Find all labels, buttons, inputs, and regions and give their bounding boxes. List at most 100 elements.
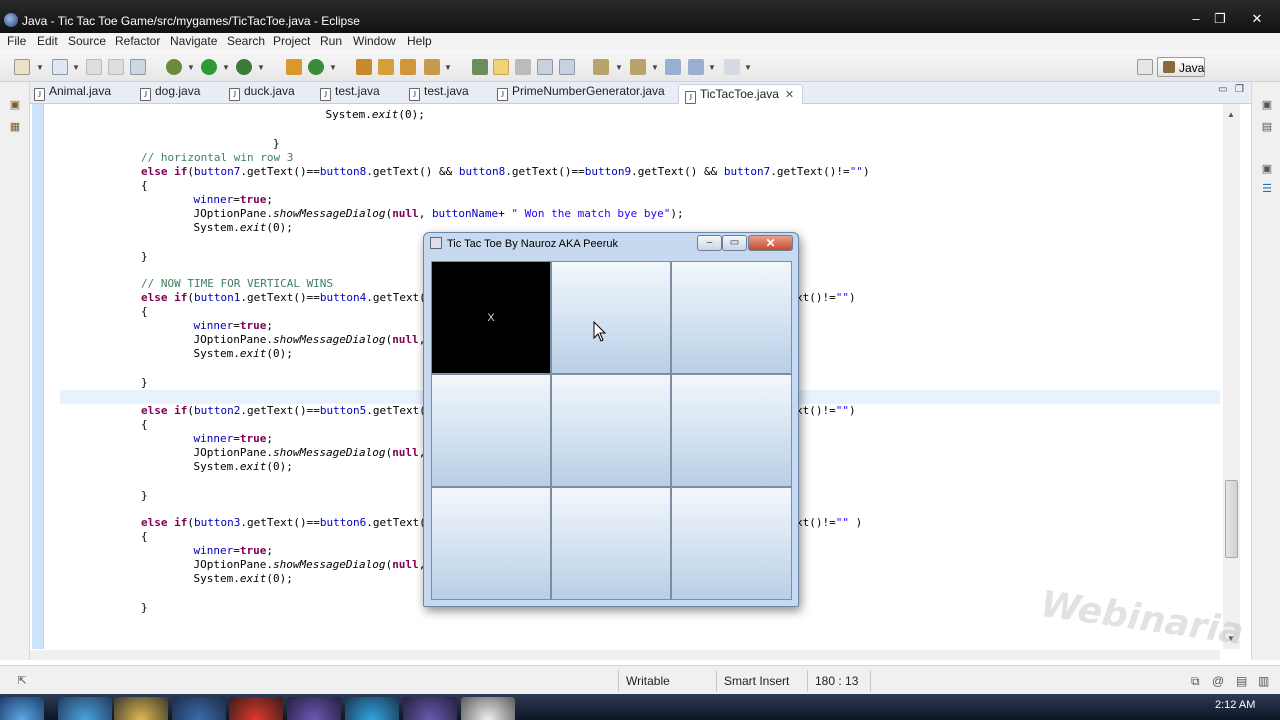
- menu-help[interactable]: Help: [407, 34, 432, 48]
- code-line[interactable]: else if(button7.getText()==button8.getTe…: [141, 165, 870, 178]
- code-line-tail[interactable]: xt()!=""): [796, 291, 856, 304]
- menu-window[interactable]: Window: [353, 34, 396, 48]
- eclipse-task-icon[interactable]: [403, 697, 457, 720]
- maximize-editor-icon[interactable]: ❐: [1235, 84, 1244, 95]
- app-icon[interactable]: [287, 697, 341, 720]
- java-task-icon[interactable]: [461, 697, 515, 720]
- recorder-icon[interactable]: [229, 697, 283, 720]
- open-type-icon[interactable]: [356, 59, 372, 75]
- minimize-button[interactable]: –: [1183, 10, 1209, 28]
- scrollbar-thumb[interactable]: [1225, 480, 1238, 558]
- maximize-button[interactable]: ❐: [1207, 10, 1233, 28]
- code-line[interactable]: System.exit(0);: [167, 221, 292, 234]
- scroll-up-icon[interactable]: ▲: [1227, 110, 1235, 119]
- restore-right2-icon[interactable]: ▣: [1261, 162, 1273, 175]
- prev-annotation-icon[interactable]: [630, 59, 646, 75]
- code-line[interactable]: winner=true;: [167, 319, 274, 332]
- new-class-dropdown-icon[interactable]: ▼: [329, 63, 337, 72]
- restore-icon[interactable]: ⧉: [1191, 674, 1200, 689]
- menu-source[interactable]: Source: [68, 34, 106, 48]
- back-dropdown-icon[interactable]: ▼: [708, 63, 716, 72]
- console-icon[interactable]: ▤: [1236, 674, 1247, 688]
- next-annotation-dropdown-icon[interactable]: ▼: [615, 63, 623, 72]
- menu-file[interactable]: File: [7, 34, 26, 48]
- paragraph-icon[interactable]: [559, 59, 575, 75]
- package-dropdown-icon[interactable]: ▼: [72, 63, 80, 72]
- board-cell-1[interactable]: X: [431, 261, 551, 374]
- code-line[interactable]: JOptionPane.showMessageDialog(null, butt…: [167, 207, 683, 220]
- java-perspective-button[interactable]: Java: [1157, 57, 1205, 77]
- code-line[interactable]: }: [141, 250, 148, 263]
- code-line[interactable]: {: [141, 305, 148, 318]
- code-line[interactable]: System.exit(0);: [167, 572, 292, 585]
- tab-duck-java[interactable]: Jduck.java: [229, 84, 295, 104]
- code-line[interactable]: else if(button1.getText()==button4.getTe…: [141, 291, 426, 304]
- next-annotation-icon[interactable]: [593, 59, 609, 75]
- external-tools-icon[interactable]: [236, 59, 252, 75]
- code-line[interactable]: }: [220, 137, 280, 150]
- code-line[interactable]: }: [141, 489, 148, 502]
- dialog-close-button[interactable]: ✕: [748, 235, 793, 251]
- code-line-tail[interactable]: xt()!="" ): [796, 516, 862, 529]
- tic-tac-toe-window[interactable]: Tic Tac Toe By Nauroz AKA Peeruk – ▭ ✕ X: [423, 232, 799, 607]
- code-line[interactable]: winner=true;: [167, 544, 274, 557]
- board-cell-6[interactable]: [671, 374, 792, 487]
- horizontal-scrollbar[interactable]: [30, 650, 1220, 660]
- pen-dropdown-icon[interactable]: ▼: [444, 63, 452, 72]
- code-line[interactable]: {: [141, 530, 148, 543]
- code-line[interactable]: {: [141, 179, 148, 192]
- code-line[interactable]: winner=true;: [167, 193, 274, 206]
- skype-icon[interactable]: [345, 697, 399, 720]
- window-titlebar[interactable]: Java - Tic Tac Toe Game/src/mygames/TicT…: [0, 0, 1280, 33]
- forward-dropdown-icon[interactable]: ▼: [744, 63, 752, 72]
- code-line[interactable]: }: [141, 376, 148, 389]
- board-cell-9[interactable]: [671, 487, 792, 600]
- outline-icon[interactable]: ☰: [1261, 182, 1273, 195]
- dialog-title-bar[interactable]: Tic Tac Toe By Nauroz AKA Peeruk: [430, 237, 618, 255]
- code-line[interactable]: System.exit(0);: [167, 347, 292, 360]
- toggle-mark-icon[interactable]: [472, 59, 488, 75]
- board-cell-4[interactable]: [431, 374, 551, 487]
- code-line[interactable]: winner=true;: [167, 432, 274, 445]
- explorer-icon[interactable]: [114, 697, 168, 720]
- tab-close-icon[interactable]: ✕: [785, 89, 794, 101]
- code-line[interactable]: else if(button2.getText()==button5.getTe…: [141, 404, 426, 417]
- new-package-icon[interactable]: [52, 59, 68, 75]
- highlight-icon[interactable]: [493, 59, 509, 75]
- menu-search[interactable]: Search: [227, 34, 265, 48]
- menu-navigate[interactable]: Navigate: [170, 34, 217, 48]
- open-perspective-icon[interactable]: [1137, 59, 1153, 75]
- last-edit-icon[interactable]: [665, 59, 681, 75]
- fast-view-icon[interactable]: ⇱: [16, 674, 28, 687]
- tab-primenumbergenerator-java[interactable]: J PrimeNumberGenerator.java: [497, 84, 665, 104]
- start-button[interactable]: [0, 697, 44, 720]
- close-button[interactable]: ✕: [1244, 10, 1270, 28]
- ie-icon[interactable]: [58, 697, 112, 720]
- new-class-icon[interactable]: [308, 59, 324, 75]
- code-line[interactable]: JOptionPane.showMessageDialog(null, but: [167, 333, 451, 346]
- tab-animal-java[interactable]: J Animal.java: [34, 84, 111, 104]
- restore-right-icon[interactable]: ▣: [1261, 98, 1273, 111]
- code-line[interactable]: System.exit(0);: [246, 108, 424, 121]
- search-icon[interactable]: [400, 59, 416, 75]
- new-icon[interactable]: [14, 59, 30, 75]
- save-all-icon[interactable]: [108, 59, 124, 75]
- menu-edit[interactable]: Edit: [37, 34, 58, 48]
- tab-tictactoe-java[interactable]: J TicTacToe.java ✕: [678, 84, 804, 104]
- prev-annotation-dropdown-icon[interactable]: ▼: [651, 63, 659, 72]
- show-whitespace-icon[interactable]: [515, 59, 531, 75]
- block-select-icon[interactable]: [537, 59, 553, 75]
- new-java-project-icon[interactable]: [286, 59, 302, 75]
- pen-icon[interactable]: [424, 59, 440, 75]
- menu-refactor[interactable]: Refactor: [115, 34, 160, 48]
- task-list-icon[interactable]: ▤: [1261, 120, 1273, 133]
- tab-test-java-2[interactable]: Jtest.java: [409, 84, 469, 104]
- board-cell-2[interactable]: [551, 261, 671, 374]
- at-icon[interactable]: @: [1212, 674, 1224, 688]
- media-icon[interactable]: [172, 697, 226, 720]
- code-line[interactable]: JOptionPane.showMessageDialog(null, but: [167, 446, 451, 459]
- debug-dropdown-icon[interactable]: ▼: [187, 63, 195, 72]
- error-log-icon[interactable]: ▥: [1258, 674, 1269, 688]
- taskbar-clock[interactable]: 2:12 AM: [1215, 699, 1255, 711]
- code-line[interactable]: // NOW TIME FOR VERTICAL WINS: [141, 277, 333, 290]
